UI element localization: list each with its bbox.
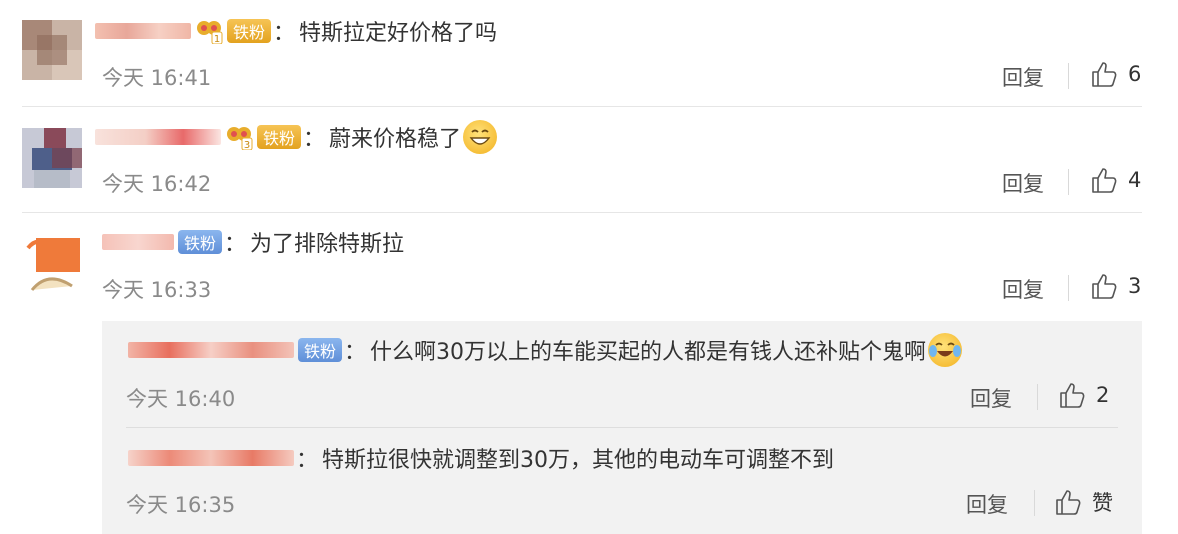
username[interactable]: 3 铁粉 ： 蔚来价格稳了 xyxy=(95,120,498,154)
username-redacted xyxy=(128,450,294,466)
avatar[interactable] xyxy=(22,20,82,80)
avatar[interactable] xyxy=(22,128,82,188)
colon: ： xyxy=(224,232,247,257)
timestamp: 今天 16:35 xyxy=(126,493,236,517)
like-count: 4 xyxy=(1128,168,1142,192)
divider xyxy=(126,427,1118,428)
reply-button[interactable]: 回复 xyxy=(1002,168,1044,198)
colon: ： xyxy=(296,448,319,473)
colon: ： xyxy=(344,340,367,365)
like-button[interactable]: 4 xyxy=(1090,166,1141,194)
reply-username[interactable]: 铁粉 ： 什么啊30万以上的车能买起的人都是有钱人还补贴个鬼啊 xyxy=(128,333,963,367)
username-redacted xyxy=(95,129,221,145)
timestamp: 今天 16:42 xyxy=(102,172,212,196)
comment-text: 特斯拉定好价格了吗 xyxy=(299,21,498,46)
svg-text:3: 3 xyxy=(244,140,250,150)
separator xyxy=(1068,275,1069,301)
fan-badge: 铁粉 xyxy=(257,125,302,149)
colon: ： xyxy=(303,127,326,152)
thumbs-up-icon xyxy=(1092,274,1117,299)
svg-text:1: 1 xyxy=(214,34,220,44)
crown-icon: 1 xyxy=(195,18,223,45)
fan-badge: 铁粉 xyxy=(178,230,223,254)
timestamp: 今天 16:41 xyxy=(102,66,212,90)
timestamp: 今天 16:40 xyxy=(126,387,236,411)
separator xyxy=(1068,63,1069,89)
grinning-face-emoji xyxy=(463,120,498,154)
reply-text: 什么啊30万以上的车能买起的人都是有钱人还补贴个鬼啊 xyxy=(370,340,927,365)
reply-button[interactable]: 回复 xyxy=(1002,274,1044,304)
like-count: 2 xyxy=(1096,383,1110,407)
thumbs-up-icon xyxy=(1060,383,1085,408)
like-label: 赞 xyxy=(1092,491,1113,515)
colon: ： xyxy=(273,21,296,46)
like-button[interactable]: 2 xyxy=(1058,381,1109,409)
reply-button[interactable]: 回复 xyxy=(1002,62,1044,92)
username-redacted xyxy=(128,342,294,358)
reply-button[interactable]: 回复 xyxy=(970,383,1012,413)
reply-button[interactable]: 回复 xyxy=(966,489,1008,519)
like-button[interactable]: 3 xyxy=(1090,272,1141,300)
divider xyxy=(22,106,1142,107)
reply-username[interactable]: ： 特斯拉很快就调整到30万，其他的电动车可调整不到 xyxy=(128,445,835,473)
crown-icon: 3 xyxy=(225,124,253,151)
divider xyxy=(22,212,1142,213)
like-button[interactable]: 赞 xyxy=(1054,487,1113,517)
thumbs-up-icon xyxy=(1092,62,1117,87)
comment-text: 为了排除特斯拉 xyxy=(250,232,405,257)
fan-badge: 铁粉 xyxy=(227,19,272,43)
avatar[interactable] xyxy=(22,234,82,294)
timestamp: 今天 16:33 xyxy=(102,278,212,302)
username[interactable]: 铁粉 ： 为了排除特斯拉 xyxy=(102,229,405,257)
reply-text: 特斯拉很快就调整到30万，其他的电动车可调整不到 xyxy=(322,448,835,473)
like-button[interactable]: 6 xyxy=(1090,60,1141,88)
username-redacted xyxy=(95,23,191,39)
like-count: 6 xyxy=(1128,62,1142,86)
username-redacted xyxy=(102,234,174,250)
separator xyxy=(1068,169,1069,195)
thumbs-up-icon xyxy=(1056,490,1081,515)
fan-badge: 铁粉 xyxy=(298,338,343,362)
reply-thread: 铁粉 ： 什么啊30万以上的车能买起的人都是有钱人还补贴个鬼啊 今天 16:40… xyxy=(102,321,1142,534)
like-count: 3 xyxy=(1128,274,1142,298)
comment-text: 蔚来价格稳了 xyxy=(329,127,462,152)
tears-of-joy-emoji xyxy=(928,333,963,367)
username[interactable]: 1 铁粉 ： 特斯拉定好价格了吗 xyxy=(95,18,498,46)
separator xyxy=(1034,490,1035,516)
thumbs-up-icon xyxy=(1092,168,1117,193)
separator xyxy=(1037,384,1038,410)
